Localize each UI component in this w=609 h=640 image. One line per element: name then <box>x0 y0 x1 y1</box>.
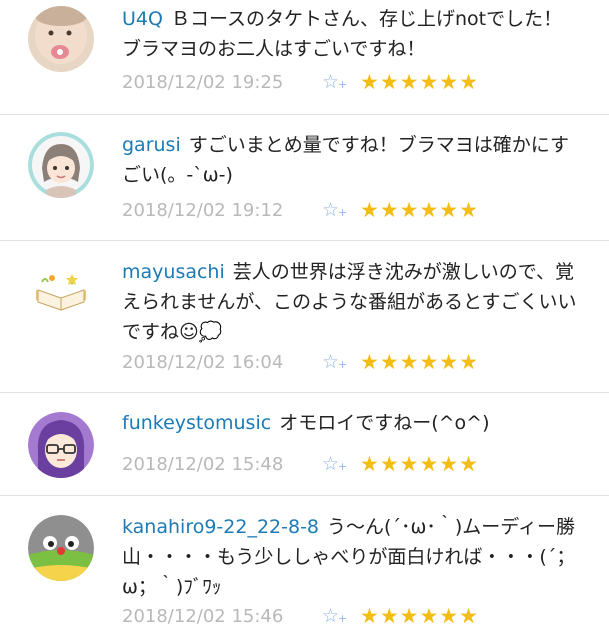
comment-meta: 2018/12/02 16:04 ☆ + ★★★★★★ <box>122 349 479 375</box>
avatar[interactable] <box>28 260 94 326</box>
comment-body: Ｂコースのタケトさん、存じ上げnotでした！ブラマヨのお二人はすごいですね！ <box>122 8 563 60</box>
add-star-icon[interactable]: ☆ + <box>322 351 360 373</box>
comment-meta: 2018/12/02 19:25 ☆ + ★★★★★★ <box>122 69 479 95</box>
add-star-icon[interactable]: ☆ + <box>322 605 360 627</box>
avatar[interactable] <box>28 6 94 72</box>
comment-text-block: mayusachi 芸人の世界は浮き沈みが激しいので、覚えられませんが、このような… <box>122 257 577 347</box>
comment-username[interactable]: garusi <box>122 134 181 156</box>
comment-text-block: garusi すごいまとめ量ですね！ブラマヨは確かにすごい(。-`ω-) <box>122 130 577 190</box>
comment-body: すごいまとめ量ですね！ブラマヨは確かにすごい(。-`ω-) <box>122 134 569 186</box>
comment-meta: 2018/12/02 15:46 ☆ + ★★★★★★ <box>122 603 479 629</box>
comment-timestamp[interactable]: 2018/12/02 15:48 <box>122 454 322 475</box>
comment-username[interactable]: funkeystomusic <box>122 412 271 434</box>
add-star-icon[interactable]: ☆ + <box>322 71 360 93</box>
comment-item: U4Q Ｂコースのタケトさん、存じ上げnotでした！ブラマヨのお二人はすごいですね… <box>0 0 609 118</box>
add-star-icon[interactable]: ☆ + <box>322 199 360 221</box>
star-rating: ★★★★★★ <box>360 70 479 94</box>
comment-item: garusi すごいまとめ量ですね！ブラマヨは確かにすごい(。-`ω-) 2018… <box>0 114 609 242</box>
avatar[interactable] <box>28 412 94 478</box>
comment-meta: 2018/12/02 19:12 ☆ + ★★★★★★ <box>122 197 479 223</box>
avatar[interactable] <box>28 132 94 198</box>
comment-text-block: U4Q Ｂコースのタケトさん、存じ上げnotでした！ブラマヨのお二人はすごいですね… <box>122 4 577 64</box>
comment-username[interactable]: U4Q <box>122 8 163 30</box>
comment-username[interactable]: mayusachi <box>122 261 225 283</box>
comment-timestamp[interactable]: 2018/12/02 19:12 <box>122 200 322 221</box>
comment-item: kanahiro9-22_22-8-8 う〜ん(´･ω･｀)ムーディー勝山・・・・… <box>0 495 609 640</box>
comment-meta: 2018/12/02 15:48 ☆ + ★★★★★★ <box>122 451 479 477</box>
comment-text-block: kanahiro9-22_22-8-8 う〜ん(´･ω･｀)ムーディー勝山・・・・… <box>122 512 577 602</box>
comment-text-block: funkeystomusic オモロイですねー(^o^) <box>122 408 577 438</box>
star-rating: ★★★★★★ <box>360 198 479 222</box>
comment-timestamp[interactable]: 2018/12/02 19:25 <box>122 72 322 93</box>
avatar[interactable] <box>28 515 94 581</box>
comment-list: U4Q Ｂコースのタケトさん、存じ上げnotでした！ブラマヨのお二人はすごいですね… <box>0 0 609 640</box>
comment-timestamp[interactable]: 2018/12/02 15:46 <box>122 606 322 627</box>
star-rating: ★★★★★★ <box>360 452 479 476</box>
comment-timestamp[interactable]: 2018/12/02 16:04 <box>122 352 322 373</box>
star-rating: ★★★★★★ <box>360 604 479 628</box>
comment-username[interactable]: kanahiro9-22_22-8-8 <box>122 516 319 538</box>
comment-body: オモロイですねー(^o^) <box>279 412 490 434</box>
star-rating: ★★★★★★ <box>360 350 479 374</box>
add-star-icon[interactable]: ☆ + <box>322 453 360 475</box>
comment-item: funkeystomusic オモロイですねー(^o^) 2018/12/02 1… <box>0 392 609 492</box>
comment-item: mayusachi 芸人の世界は浮き沈みが激しいので、覚えられませんが、このような… <box>0 240 609 392</box>
